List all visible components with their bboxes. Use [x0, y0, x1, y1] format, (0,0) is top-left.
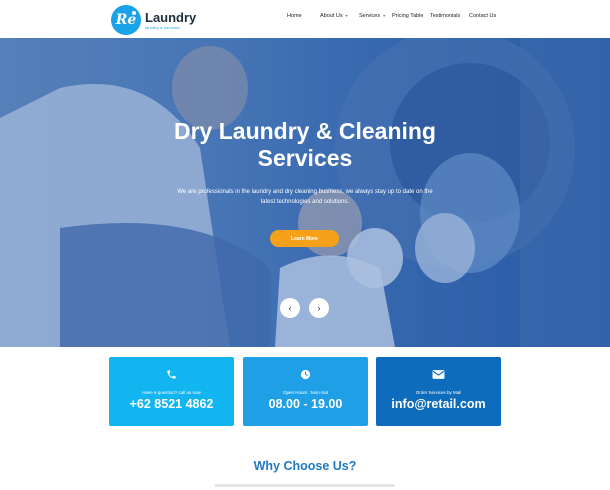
why-intro-text-placeholder: [215, 484, 395, 487]
chevron-right-icon: ›: [317, 303, 321, 313]
hero-title-line1: Dry Laundry & Cleaning: [174, 118, 436, 144]
phone-icon: [109, 369, 234, 381]
open-hours: 08.00 - 19.00: [268, 397, 343, 411]
nav-item-about-us[interactable]: About Us ▾: [320, 13, 348, 19]
chevron-down-icon: ▾: [383, 13, 386, 18]
nav-item-pricing-table[interactable]: Pricing Table: [392, 13, 423, 19]
hero-title-line2: Services: [257, 145, 353, 171]
nav-item-contact-us[interactable]: Contact Us: [469, 13, 496, 19]
slider-prev-button[interactable]: ‹: [280, 298, 300, 318]
hero-subtitle: We are professionals in the laundry and …: [177, 189, 433, 205]
hero-banner: Dry Laundry & Cleaning Services We are p…: [0, 38, 610, 347]
info-box-mail: Order Services by Mail info@retail.com: [376, 357, 501, 426]
nav-item-services[interactable]: Services ▾: [359, 13, 385, 19]
learn-more-button[interactable]: Learn More: [270, 230, 339, 247]
chevron-left-icon: ‹: [288, 303, 292, 313]
info-box-label: Have a question? call us now: [142, 390, 201, 395]
phone-number[interactable]: +62 8521 4862: [109, 397, 234, 411]
nav-item-home[interactable]: Home: [287, 13, 302, 19]
why-choose-us-heading: Why Choose Us?: [253, 459, 357, 473]
info-box-hours: Open Hours : Mon-Sat 08.00 - 19.00: [243, 357, 368, 426]
slider-next-button[interactable]: ›: [309, 298, 329, 318]
clock-icon: [243, 369, 368, 381]
main-nav: Home About Us ▾ Services ▾ Pricing Table T…: [0, 13, 610, 25]
info-box-label: Order Services by Mail: [415, 390, 462, 395]
envelope-icon: [376, 369, 501, 381]
chevron-down-icon: ▾: [345, 13, 348, 18]
info-box-label: Open Hours : Mon-Sat: [282, 390, 329, 395]
hero-title: Dry Laundry & Cleaning Services: [0, 118, 610, 172]
nav-item-testimonials[interactable]: Testimonials: [430, 13, 460, 19]
info-box-phone: Have a question? call us now +62 8521 48…: [109, 357, 234, 426]
logo-subtitle: laundry & services: [145, 24, 180, 30]
site-header: Re Laundry laundry & services Home About…: [0, 0, 610, 38]
email-address[interactable]: info@retail.com: [376, 397, 501, 411]
